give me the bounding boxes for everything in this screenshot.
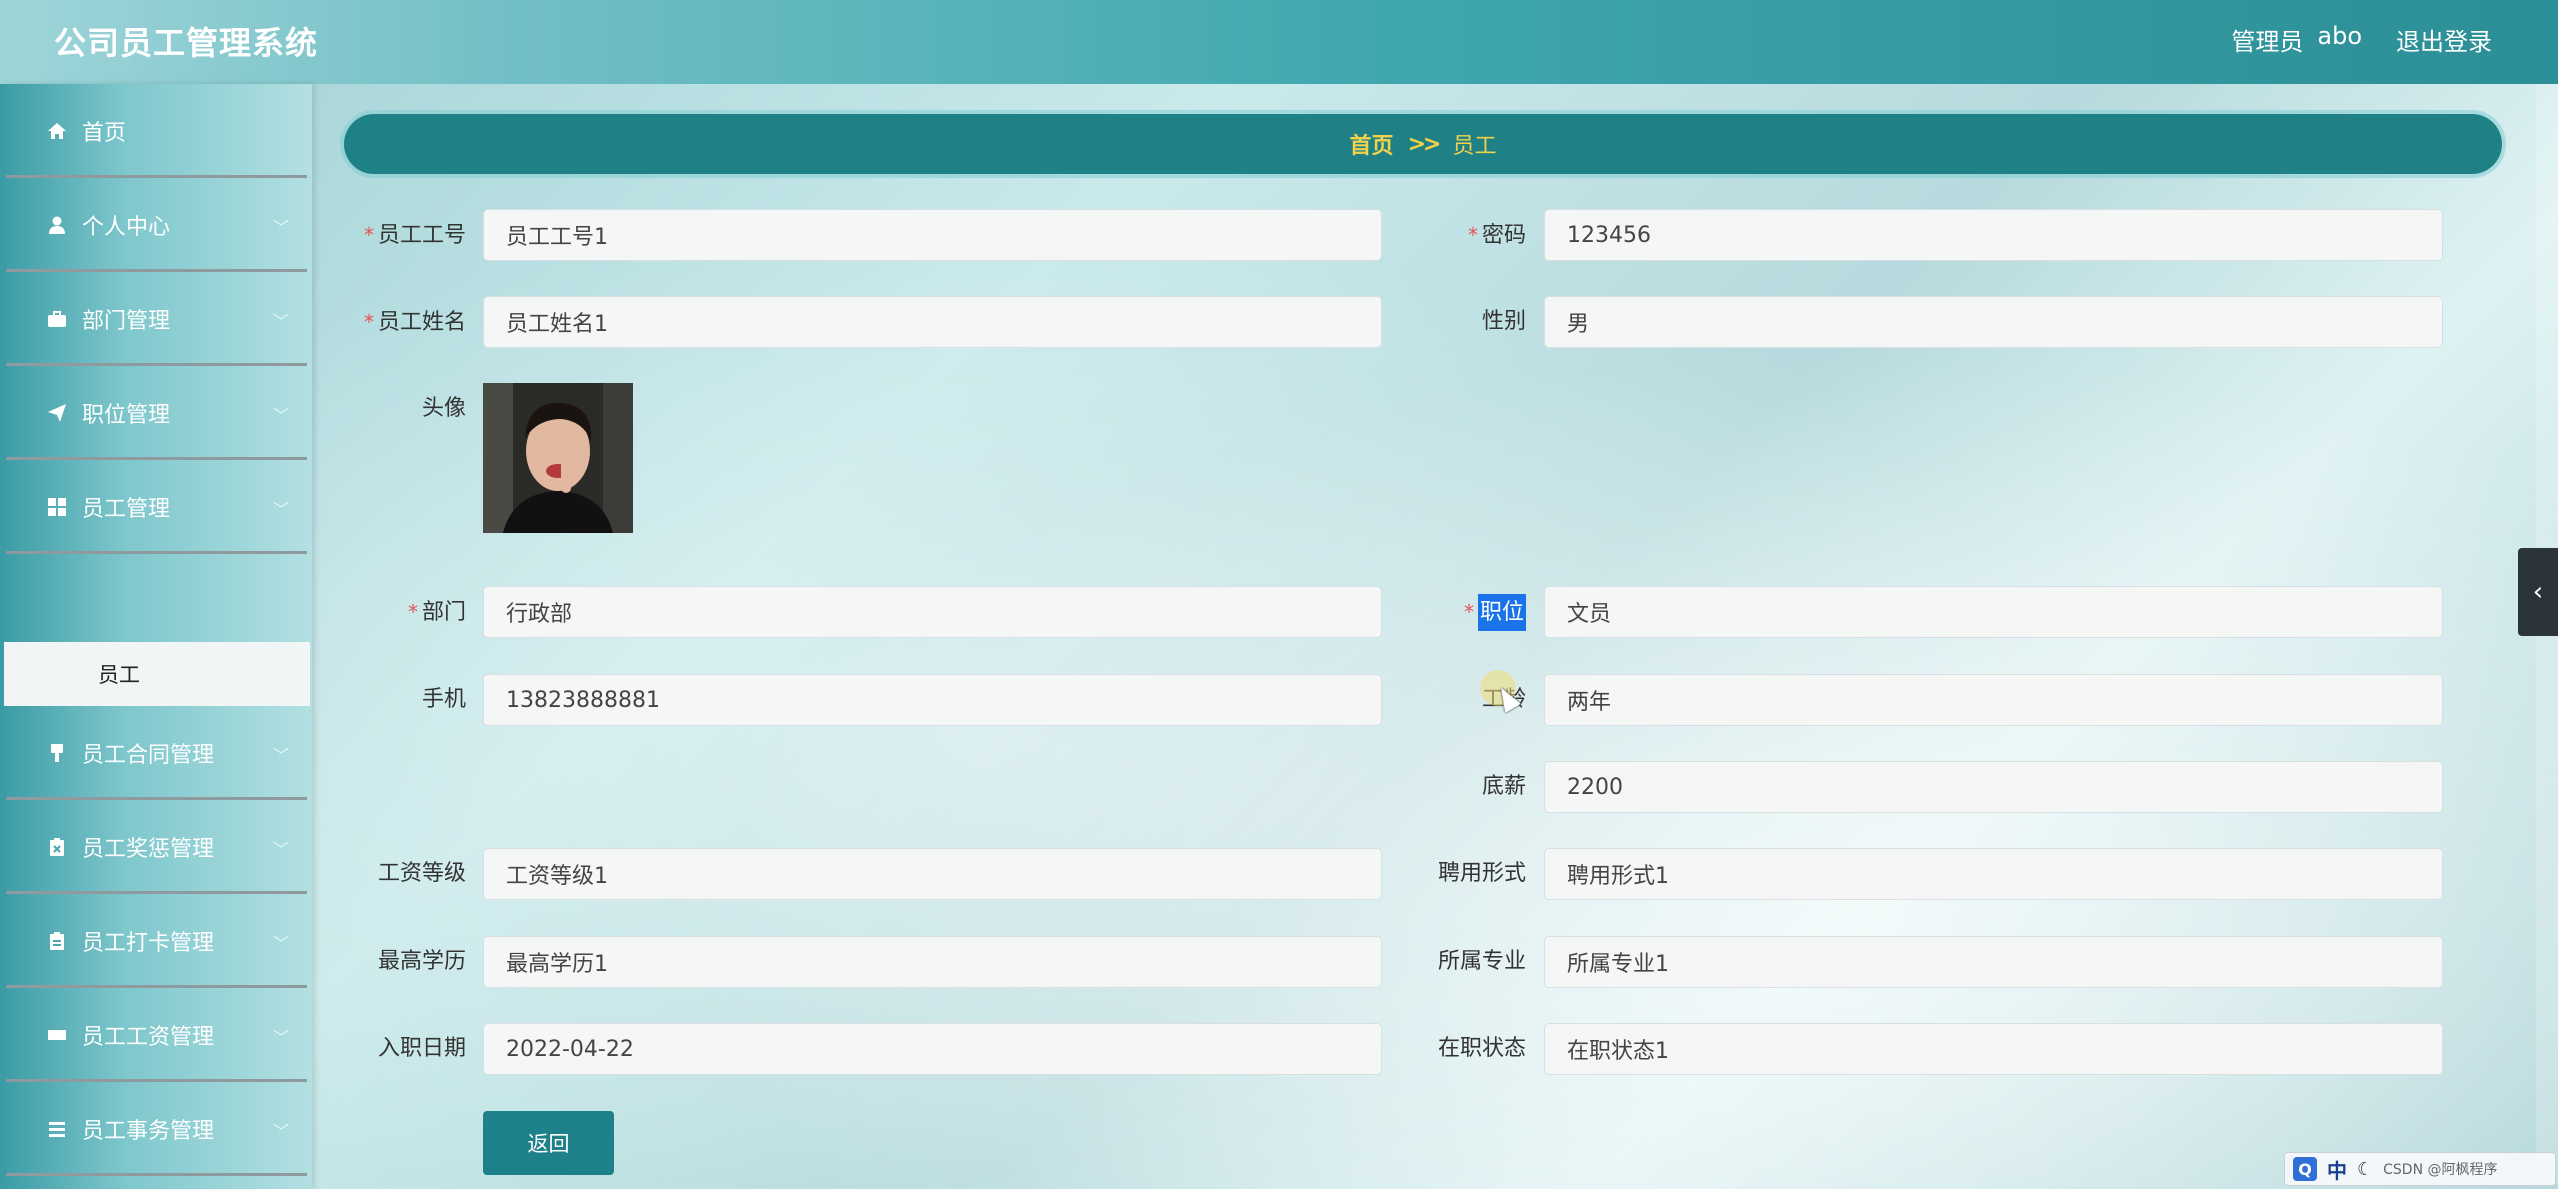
app-title: 公司员工管理系统 xyxy=(54,24,319,62)
user-icon xyxy=(46,214,68,236)
home-icon xyxy=(46,120,68,142)
major-input[interactable] xyxy=(1544,936,2443,988)
base-salary-label: 底薪 xyxy=(1481,774,1526,799)
back-button[interactable]: 返回 xyxy=(483,1111,614,1175)
employment-type-label: 聘用形式 xyxy=(1437,861,1526,886)
top-header: 公司员工管理系统 管理员 abo 退出登录 xyxy=(0,0,2558,84)
breadcrumb-separator: >> xyxy=(1407,131,1442,157)
password-input[interactable] xyxy=(1544,209,2443,261)
education-input[interactable] xyxy=(483,936,1382,988)
sidebar-item-label: 员工奖惩管理 xyxy=(82,836,215,862)
phone-input[interactable] xyxy=(483,674,1382,726)
chevron-down-icon: ﹀ xyxy=(272,406,289,425)
brush-icon xyxy=(46,742,68,764)
sidebar-item-attendance[interactable]: 员工打卡管理 ﹀ xyxy=(6,896,307,988)
moon-icon: ☾ xyxy=(2357,1158,2374,1180)
position-input[interactable] xyxy=(1544,586,2443,638)
ime-logo-icon: Q xyxy=(2293,1157,2317,1181)
current-user: 管理员 abo xyxy=(2231,22,2362,57)
list-icon xyxy=(46,1118,68,1140)
required-mark: * xyxy=(363,310,374,334)
role-label: 管理员 xyxy=(2231,28,2304,56)
sidebar-item-label: 员工管理 xyxy=(82,496,171,522)
send-icon xyxy=(46,402,68,424)
clipboard-icon xyxy=(46,930,68,952)
gender-label: 性别 xyxy=(1481,309,1526,334)
department-input[interactable] xyxy=(483,586,1382,638)
hire-date-input[interactable] xyxy=(483,1023,1382,1075)
logout-link[interactable]: 退出登录 xyxy=(2396,22,2492,57)
sidebar-item-label: 员工事务管理 xyxy=(82,1118,215,1144)
education-label: 最高学历 xyxy=(377,949,466,974)
sidebar-item-label: 员工合同管理 xyxy=(82,742,215,768)
major-label: 所属专业 xyxy=(1437,949,1526,974)
chevron-down-icon: ﹀ xyxy=(272,312,289,331)
sidebar-item-employee[interactable]: 员工管理 ﹀ xyxy=(6,462,307,554)
sidebar-item-label: 首页 xyxy=(82,120,127,146)
sidebar-subitem-employee[interactable]: 员工 xyxy=(4,642,310,706)
ticket-icon xyxy=(46,1024,68,1046)
sidebar-item-label: 个人中心 xyxy=(82,214,171,240)
grid-icon xyxy=(46,496,68,518)
breadcrumb-current: 员工 xyxy=(1452,134,1497,159)
chevron-down-icon: ﹀ xyxy=(272,500,289,519)
required-mark: * xyxy=(407,600,418,624)
required-mark: * xyxy=(1463,600,1474,624)
salary-grade-label: 工资等级 xyxy=(377,861,466,886)
sidebar-item-affairs[interactable]: 员工事务管理 ﹀ xyxy=(6,1084,307,1176)
chevron-down-icon: ﹀ xyxy=(272,1028,289,1047)
password-label: * 密码 xyxy=(1467,223,1526,248)
chevron-down-icon: ﹀ xyxy=(272,934,289,953)
department-label: * 部门 xyxy=(407,600,466,625)
sidebar-item-contract[interactable]: 员工合同管理 ﹀ xyxy=(6,708,307,800)
clipboard-x-icon xyxy=(46,836,68,858)
collapse-panel-tab[interactable]: ‹ xyxy=(2518,548,2558,636)
sidebar-item-salary[interactable]: 员工工资管理 ﹀ xyxy=(6,990,307,1082)
breadcrumb: 首页 >> 员工 xyxy=(344,114,2502,174)
employment-type-input[interactable] xyxy=(1544,848,2443,900)
sidebar-item-department[interactable]: 部门管理 ﹀ xyxy=(6,274,307,366)
sidebar-item-reward[interactable]: 员工奖惩管理 ﹀ xyxy=(6,802,307,894)
username: abo xyxy=(2317,22,2362,50)
sidebar-item-label: 部门管理 xyxy=(82,308,171,334)
employee-name-label: * 员工姓名 xyxy=(363,310,466,335)
job-status-input[interactable] xyxy=(1544,1023,2443,1075)
sidebar-item-label: 员工工资管理 xyxy=(82,1024,215,1050)
base-salary-input[interactable] xyxy=(1544,761,2443,813)
gender-input[interactable] xyxy=(1544,296,2443,348)
position-label: * 职位 xyxy=(1386,586,1526,638)
ime-language-toggle[interactable]: 中 xyxy=(2327,1155,2347,1184)
salary-grade-input[interactable] xyxy=(483,848,1382,900)
hire-date-label: 入职日期 xyxy=(377,1036,466,1061)
chevron-down-icon: ﹀ xyxy=(272,840,289,859)
watermark-text: CSDN @阿枫程序 xyxy=(2383,1162,2498,1178)
required-mark: * xyxy=(363,223,374,247)
briefcase-icon xyxy=(46,308,68,330)
breadcrumb-home[interactable]: 首页 xyxy=(1350,128,1394,160)
sidebar-item-label: 职位管理 xyxy=(82,402,171,428)
chevron-down-icon: ﹀ xyxy=(272,1122,289,1141)
chevron-left-icon: ‹ xyxy=(2532,577,2544,607)
user-area: 管理员 abo 退出登录 xyxy=(2231,22,2492,57)
employee-no-label: * 员工工号 xyxy=(363,223,466,248)
employee-no-input[interactable] xyxy=(483,209,1382,261)
selected-text: 职位 xyxy=(1477,594,1526,631)
chevron-down-icon: ﹀ xyxy=(272,746,289,765)
sidebar-item-position[interactable]: 职位管理 ﹀ xyxy=(6,368,307,460)
sidebar-item-home[interactable]: 首页 xyxy=(6,86,307,178)
ime-status-bar[interactable]: Q 中 ☾ CSDN @阿枫程序 xyxy=(2284,1152,2556,1186)
sidebar-item-label: 员工打卡管理 xyxy=(82,930,215,956)
sidebar-item-personal-center[interactable]: 个人中心 ﹀ xyxy=(6,180,307,272)
seniority-input[interactable] xyxy=(1544,674,2443,726)
phone-label: 手机 xyxy=(421,687,466,712)
sidebar: 首页 个人中心 ﹀ 部门管理 ﹀ 职位管理 ﹀ 员工管理 ﹀ 员工 员工合同管理… xyxy=(0,84,312,1189)
app-root: 公司员工管理系统 管理员 abo 退出登录 首页 个人中心 ﹀ 部门管理 ﹀ 职… xyxy=(0,0,2558,1189)
employee-name-input[interactable] xyxy=(483,296,1382,348)
required-mark: * xyxy=(1467,223,1478,247)
avatar xyxy=(483,383,633,533)
job-status-label: 在职状态 xyxy=(1437,1036,1526,1061)
chevron-down-icon: ﹀ xyxy=(272,218,289,237)
avatar-label: 头像 xyxy=(421,396,466,421)
